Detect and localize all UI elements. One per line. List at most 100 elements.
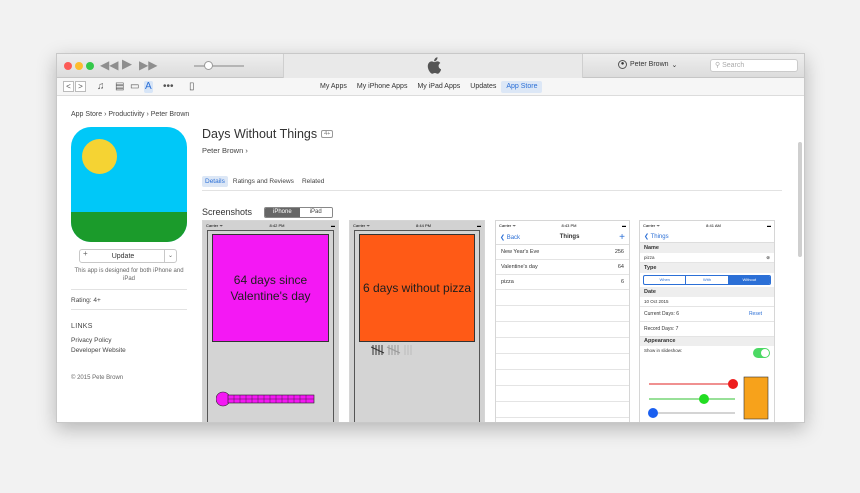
carrier-text: Carrier ᯤ bbox=[643, 223, 660, 228]
volume-knob[interactable] bbox=[204, 61, 213, 70]
name-value: pizza bbox=[644, 255, 655, 260]
tab-ratings-reviews[interactable]: Ratings and Reviews bbox=[230, 176, 297, 187]
empty-row bbox=[496, 290, 629, 306]
chevron-down-icon[interactable]: ⌄ bbox=[164, 250, 176, 262]
record-days-text: Record Days: 7 bbox=[644, 326, 679, 332]
scrollbar[interactable] bbox=[798, 142, 802, 257]
nav-my-apps[interactable]: My Apps bbox=[315, 81, 352, 93]
show-slideshow-row: Show in slideshow: bbox=[640, 346, 774, 359]
tab-details[interactable]: Details bbox=[202, 176, 228, 187]
time-text: 8:42 PM bbox=[269, 223, 285, 228]
sun-icon bbox=[82, 139, 117, 174]
account-menu[interactable]: ● Peter Brown ⌄ bbox=[618, 60, 677, 69]
app-title: Days Without Things 4+ bbox=[202, 127, 334, 141]
empty-row bbox=[496, 338, 629, 354]
links-heading: LINKS bbox=[71, 323, 93, 330]
age-badge: 4+ bbox=[321, 130, 334, 138]
tab-related[interactable]: Related bbox=[299, 176, 327, 187]
back-label: Things bbox=[650, 233, 669, 240]
toolbar: < > ♫ ▤ ▭ A ••• ▯ My Apps My iPhone Apps… bbox=[57, 78, 804, 96]
appearance-section: Appearance bbox=[640, 337, 774, 346]
close-window-button[interactable] bbox=[64, 62, 72, 70]
minimize-window-button[interactable] bbox=[75, 62, 83, 70]
screenshot-4[interactable]: Carrier ᯤ 8:41 AM ▬ ❮ Things Name pizza ⊗… bbox=[639, 220, 775, 422]
zoom-window-button[interactable] bbox=[86, 62, 94, 70]
status-bar: Carrier ᯤ 8:43 PM ▬ bbox=[496, 221, 629, 230]
grass-shape bbox=[71, 212, 187, 242]
tally-marks-icon bbox=[371, 345, 412, 355]
back-button[interactable]: < bbox=[63, 81, 74, 92]
things-nav-bar: ❮ Back Things + bbox=[496, 230, 629, 245]
device-icon[interactable]: ▯ bbox=[189, 81, 195, 93]
empty-row bbox=[496, 370, 629, 386]
screenshot-1[interactable]: Carrier ᯤ 8:42 PM ▬ 64 days since Valent… bbox=[202, 220, 339, 422]
chevron-down-icon: ⌄ bbox=[671, 61, 678, 69]
update-label: Update bbox=[111, 253, 135, 260]
status-bar: Carrier ᯤ 8:42 PM ▬ bbox=[203, 221, 338, 230]
privacy-policy-link[interactable]: Privacy Policy bbox=[71, 337, 111, 344]
developer-website-link[interactable]: Developer Website bbox=[71, 347, 126, 354]
red-slider-knob bbox=[728, 379, 738, 389]
forward-button[interactable]: > bbox=[75, 81, 86, 92]
nav-my-ipad-apps[interactable]: My iPad Apps bbox=[412, 81, 465, 93]
phone-frame: 6 days without pizza bbox=[354, 230, 480, 422]
store-content: App Store › Productivity › Peter Brown +… bbox=[57, 97, 804, 422]
date-section: Date bbox=[640, 287, 774, 297]
current-days-row: Current Days: 6 Reset bbox=[640, 307, 774, 322]
rewind-icon[interactable]: ◀◀ bbox=[100, 58, 118, 72]
carrier-text: Carrier ᯤ bbox=[353, 223, 370, 228]
color-preview-swatch bbox=[743, 376, 769, 420]
screenshot-3[interactable]: Carrier ᯤ 8:43 PM ▬ ❮ Back Things + New … bbox=[495, 220, 630, 422]
apple-logo-icon bbox=[427, 57, 441, 74]
empty-row bbox=[496, 322, 629, 338]
nav-updates[interactable]: Updates bbox=[465, 81, 501, 93]
play-icon[interactable]: ▶ bbox=[122, 57, 132, 71]
status-bar: Carrier ᯤ 8:41 AM ▬ bbox=[640, 221, 774, 230]
list-item: Valentine's day 64 bbox=[496, 260, 629, 275]
type-with: With bbox=[686, 276, 729, 284]
segment-ipad[interactable]: iPad bbox=[299, 208, 332, 217]
things-title: Things bbox=[559, 234, 580, 240]
music-icon[interactable]: ♫ bbox=[97, 81, 105, 93]
battery-icon: ▬ bbox=[767, 223, 771, 228]
current-days-text: Current Days: 6 bbox=[644, 311, 680, 317]
days-card: 64 days since Valentine's day bbox=[212, 234, 329, 342]
time-text: 8:41 AM bbox=[706, 223, 721, 228]
date-value: 10 Oct 2015 bbox=[644, 299, 669, 304]
volume-slider[interactable] bbox=[194, 61, 244, 70]
back-label: Back bbox=[506, 234, 521, 241]
empty-row bbox=[496, 386, 629, 402]
fast-forward-icon[interactable]: ▶▶ bbox=[139, 58, 157, 72]
time-text: 8:43 PM bbox=[561, 223, 577, 228]
itunes-window: ◀◀ ▶ ▶▶ ● Peter Brown ⌄ ⚲ Search < > ♫ ▤… bbox=[56, 53, 805, 423]
nav-my-iphone-apps[interactable]: My iPhone Apps bbox=[352, 81, 413, 93]
blue-slider-knob bbox=[648, 408, 658, 418]
name-field: pizza ⊗ bbox=[640, 253, 774, 263]
breadcrumb[interactable]: App Store › Productivity › Peter Brown bbox=[71, 111, 189, 118]
type-segmented-control: When With Without bbox=[643, 275, 771, 285]
time-text: 8:44 PM bbox=[416, 223, 431, 228]
empty-row bbox=[496, 306, 629, 322]
update-button[interactable]: + Update ⌄ bbox=[79, 249, 177, 263]
developer-link[interactable]: Peter Brown › bbox=[202, 146, 248, 155]
item-value: 256 bbox=[614, 249, 624, 255]
carrier-text: Carrier ᯤ bbox=[206, 223, 223, 228]
nav-app-store[interactable]: App Store bbox=[501, 81, 543, 93]
name-section: Name bbox=[640, 243, 774, 253]
divider bbox=[202, 190, 782, 191]
account-name: Peter Brown bbox=[630, 61, 669, 68]
title-bar: ◀◀ ▶ ▶▶ ● Peter Brown ⌄ ⚲ Search bbox=[57, 54, 804, 78]
copyright-text: © 2015 Pete Brown bbox=[71, 375, 124, 381]
apps-icon[interactable]: A bbox=[144, 81, 153, 93]
app-icon bbox=[71, 127, 187, 242]
clear-icon: ⊗ bbox=[766, 255, 770, 260]
segment-iphone[interactable]: iPhone bbox=[265, 208, 300, 217]
tv-icon[interactable]: ▭ bbox=[130, 81, 139, 93]
item-name: pizza bbox=[501, 279, 514, 285]
search-input[interactable]: ⚲ Search bbox=[710, 59, 798, 72]
more-icon[interactable]: ••• bbox=[163, 81, 174, 93]
color-sliders bbox=[648, 376, 769, 420]
movies-icon[interactable]: ▤ bbox=[115, 81, 124, 93]
screenshot-2[interactable]: Carrier ᯤ 8:44 PM ▬ 6 days without pizza bbox=[349, 220, 485, 422]
item-value: 6 bbox=[620, 279, 624, 285]
